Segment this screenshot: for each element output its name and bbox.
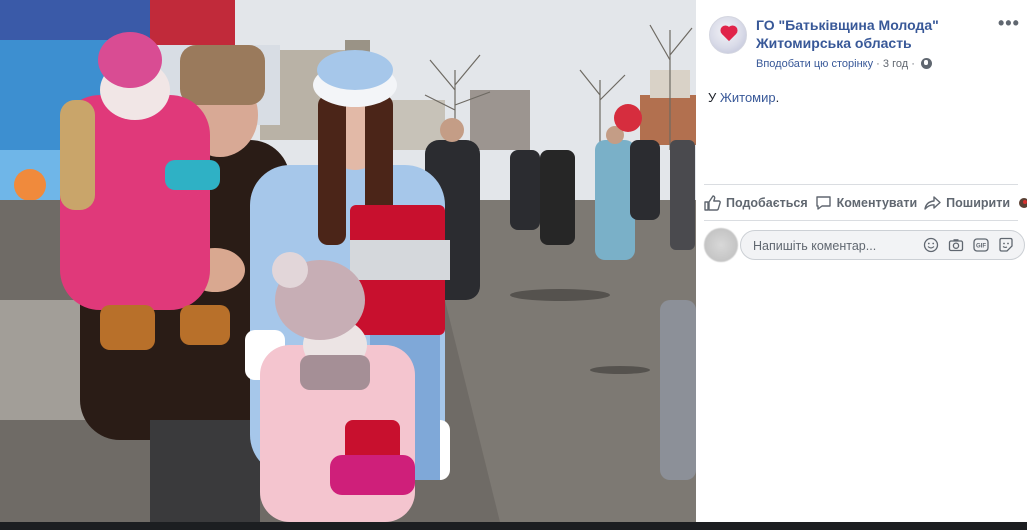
comment-composer: Напишіть коментар... GIF — [704, 228, 1027, 262]
page-avatar[interactable] — [709, 16, 747, 54]
reaction-preview-icon[interactable] — [1017, 197, 1027, 209]
post-text: У Житомир. — [708, 90, 779, 106]
comment-input[interactable]: Напишіть коментар... GIF — [740, 230, 1025, 260]
user-avatar[interactable] — [704, 228, 738, 262]
like-button[interactable]: Подобається — [704, 195, 808, 211]
like-label: Подобається — [726, 196, 808, 210]
post-panel: ГО "Батьківщина Молода" Житомирська обла… — [696, 0, 1027, 522]
post-photo[interactable] — [0, 0, 696, 522]
comment-button[interactable]: Коментувати — [815, 195, 918, 211]
post-text-suffix: . — [775, 90, 780, 105]
bottom-strip — [0, 522, 1027, 530]
comment-label: Коментувати — [836, 196, 918, 210]
svg-text:GIF: GIF — [976, 244, 986, 250]
speech-bubble-icon — [815, 196, 831, 210]
share-arrow-icon — [924, 196, 941, 210]
smiley-icon[interactable] — [923, 237, 939, 258]
comment-placeholder: Напишіть коментар... — [753, 239, 877, 253]
meta-separator: · — [876, 58, 880, 70]
photo-illustration — [0, 0, 696, 522]
gif-icon[interactable]: GIF — [973, 237, 989, 258]
camera-icon[interactable] — [948, 237, 964, 258]
share-label: Поширити — [946, 196, 1011, 210]
post-timestamp[interactable]: 3 год — [883, 58, 908, 70]
share-button[interactable]: Поширити — [924, 195, 1010, 211]
post-text-prefix: У — [708, 90, 720, 105]
post-meta: Вподобати цю сторінку · 3 год · — [756, 57, 932, 71]
page-name-line1[interactable]: ГО "Батьківщина Молода" — [756, 16, 986, 34]
thumbs-up-icon — [704, 195, 721, 211]
follow-page-link[interactable]: Вподобати цю сторінку — [756, 58, 873, 70]
divider-top — [704, 184, 1018, 185]
sticker-icon[interactable] — [998, 237, 1014, 258]
heart-logo-icon — [721, 26, 737, 42]
comment-tools: GIF — [914, 237, 1014, 258]
divider-bottom — [704, 220, 1018, 221]
post-actions: Подобається Коментувати Поширити — [704, 190, 1027, 216]
globe-icon[interactable] — [920, 58, 932, 69]
more-dots-icon[interactable]: ••• — [998, 14, 1020, 32]
page-name-line2[interactable]: Житомирська область — [756, 34, 986, 52]
location-link[interactable]: Житомир — [720, 90, 776, 105]
meta-separator-2: · — [911, 58, 915, 70]
page-name[interactable]: ГО "Батьківщина Молода" Житомирська обла… — [756, 16, 986, 52]
